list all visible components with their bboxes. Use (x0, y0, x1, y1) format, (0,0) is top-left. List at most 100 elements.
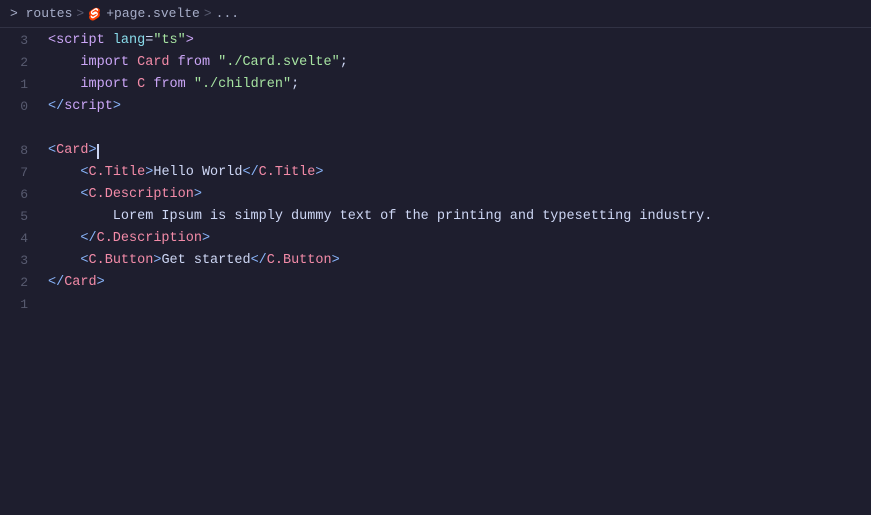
token-import2: import (80, 74, 129, 96)
line-num-9: 5 (8, 206, 28, 228)
token-ctitle-close-lt: </ (242, 162, 258, 184)
token-script-close-gt: > (113, 96, 121, 118)
svelte-icon (88, 7, 102, 21)
line-numbers: 3 2 1 0 8 7 6 5 4 3 2 1 (0, 28, 36, 515)
token-cdesc-gt: > (194, 184, 202, 206)
line-num-12: 2 (8, 272, 28, 294)
token-c-name: C (137, 74, 145, 96)
token-sp2 (129, 52, 137, 74)
line-num-4: 0 (8, 96, 28, 118)
token-semi2: ; (291, 74, 299, 96)
token-cbtn-lt: < (80, 250, 88, 272)
token-semi1: ; (340, 52, 348, 74)
token-ctitle-close-name: C.Title (259, 162, 316, 184)
line-num-8: 6 (8, 184, 28, 206)
token-cbtn-gt: > (153, 250, 161, 272)
token-script-close-name: script (64, 96, 113, 118)
token-lorem: Lorem Ipsum is simply dummy text of (48, 206, 404, 228)
line-num-1: 3 (8, 30, 28, 52)
code-line-6: <Card> (36, 140, 871, 162)
code-line-1: <script lang="ts"> (36, 30, 871, 52)
breadcrumb-sep-1: > (76, 6, 84, 21)
token-ctitle-lt: < (80, 162, 88, 184)
code-line-2: import Card from "./Card.svelte"; (36, 52, 871, 74)
token-cbtn-close-lt: </ (251, 250, 267, 272)
token-eq: = (145, 30, 153, 52)
code-content[interactable]: <script lang="ts"> import Card from "./C… (36, 28, 871, 515)
breadcrumb-filename: +page.svelte (106, 6, 200, 21)
line-num-13: 1 (8, 294, 28, 316)
code-line-13 (36, 294, 871, 316)
code-line-8: <C.Description> (36, 184, 871, 206)
token-cdesc-close-lt: </ (80, 228, 96, 250)
token-lang-attr: lang (113, 30, 145, 52)
code-line-5 (36, 118, 871, 140)
token-ctitle-name: C.Title (89, 162, 146, 184)
token-card-comp: Card (56, 140, 88, 162)
token-ctitle-close-gt: > (315, 162, 323, 184)
line-num-5 (8, 118, 28, 140)
breadcrumb-sep-2: > (204, 6, 212, 21)
token-cdesc-close-name: C.Description (97, 228, 202, 250)
token-card-name: Card (137, 52, 169, 74)
token-import1: import (80, 52, 129, 74)
token-sp5 (129, 74, 137, 96)
token-indent3 (48, 162, 80, 184)
token-script-close-slash: </ (48, 96, 64, 118)
token-card-close-gt: > (97, 272, 105, 294)
line-num-2: 2 (8, 52, 28, 74)
code-line-10: </C.Description> (36, 228, 871, 250)
code-area: 3 2 1 0 8 7 6 5 4 3 2 1 <script lang="ts… (0, 28, 871, 515)
token-hello-world: Hello World (153, 162, 242, 184)
token-sp3 (170, 52, 178, 74)
token-from1: from (178, 52, 210, 74)
code-line-7: <C.Title>Hello World</C.Title> (36, 162, 871, 184)
line-num-3: 1 (8, 74, 28, 96)
token-indent2 (48, 74, 80, 96)
token-ctitle-gt: > (145, 162, 153, 184)
token-script-open: <script (48, 30, 105, 52)
code-line-9: Lorem Ipsum is simply dummy text of the … (36, 206, 871, 228)
token-card-open-lt: < (48, 140, 56, 162)
token-script-gt: > (186, 30, 194, 52)
token-indent6 (48, 250, 80, 272)
code-line-4: </script> (36, 96, 871, 118)
token-card-close-lt: </ (48, 272, 64, 294)
token-cbtn-name: C.Button (89, 250, 154, 272)
token-cdesc-name: C.Description (89, 184, 194, 206)
token-the: the (404, 206, 428, 228)
token-sp6 (145, 74, 153, 96)
token-cdesc-close-gt: > (202, 228, 210, 250)
token-cbtn-close-gt: > (332, 250, 340, 272)
code-line-11: <C.Button>Get started</C.Button> (36, 250, 871, 272)
token-card-path: "./Card.svelte" (218, 52, 340, 74)
token-cdesc-lt: < (80, 184, 88, 206)
token-get-started: Get started (161, 250, 250, 272)
token-c-path: "./children" (194, 74, 291, 96)
token-card-open-gt: > (89, 140, 97, 162)
token-lang-val: "ts" (153, 30, 185, 52)
text-cursor (97, 144, 99, 159)
token-indent1 (48, 52, 80, 74)
token-sp7 (186, 74, 194, 96)
breadcrumb-routes[interactable]: > routes (10, 6, 72, 21)
line-num-11: 3 (8, 250, 28, 272)
line-num-14 (8, 316, 28, 338)
line-num-7: 7 (8, 162, 28, 184)
code-line-14 (36, 316, 871, 338)
token-cbtn-close-name: C.Button (267, 250, 332, 272)
token-indent5 (48, 228, 80, 250)
token-from2: from (153, 74, 185, 96)
code-line-12: </Card> (36, 272, 871, 294)
token-sp4 (210, 52, 218, 74)
code-line-3: import C from "./children"; (36, 74, 871, 96)
token-lorem2: printing and typesetting industry. (429, 206, 713, 228)
breadcrumb-svelte-file[interactable]: +page.svelte (88, 6, 200, 21)
breadcrumb-bar: > routes > +page.svelte > ... (0, 0, 871, 28)
editor-container: > routes > +page.svelte > ... 3 2 1 0 8 … (0, 0, 871, 515)
breadcrumb-ellipsis: ... (216, 6, 239, 21)
token-space (105, 30, 113, 52)
token-card-close-name: Card (64, 272, 96, 294)
line-num-6: 8 (8, 140, 28, 162)
line-num-10: 4 (8, 228, 28, 250)
